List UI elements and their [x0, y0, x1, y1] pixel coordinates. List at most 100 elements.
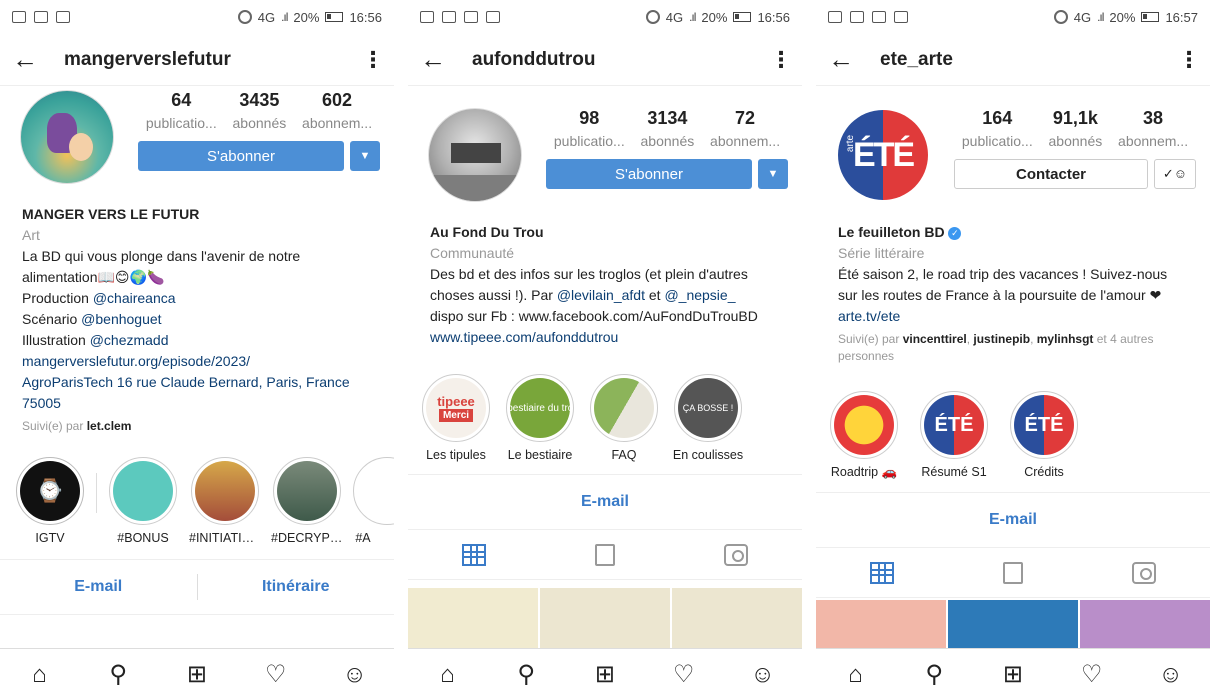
- mention-link[interactable]: @chezmadd: [90, 332, 169, 348]
- profile-category: Art: [22, 227, 40, 243]
- stat-following[interactable]: 72 abonnem...: [710, 108, 780, 149]
- home-icon[interactable]: ⌂: [24, 660, 54, 690]
- email-button[interactable]: E-mail: [408, 493, 802, 511]
- home-icon[interactable]: ⌂: [840, 660, 870, 690]
- phone-ete-arte: 4G .ıl 20% 16:57 ← ete_arte ⋮ ÉTÉ arte 1…: [816, 0, 1210, 700]
- mention-link[interactable]: @chaireanca: [93, 290, 176, 306]
- stat-followers-label: abonnés: [232, 115, 287, 131]
- search-icon[interactable]: ⚲: [103, 660, 133, 690]
- add-post-icon[interactable]: ⊞: [998, 660, 1028, 690]
- follower-link[interactable]: mylinhsgt: [1037, 332, 1094, 346]
- search-icon[interactable]: ⚲: [511, 660, 541, 690]
- stat-followers[interactable]: 91,1k abonnés: [1049, 108, 1103, 149]
- tab-grid[interactable]: [408, 543, 539, 566]
- profile-icon[interactable]: ☺: [748, 660, 778, 690]
- phone-aufonddutrou: 4G .ıl 20% 16:56 ← aufonddutrou ⋮ 98 publ…: [408, 0, 802, 700]
- battery-label: 20%: [293, 9, 320, 25]
- tab-feed[interactable]: [947, 561, 1078, 584]
- avatar[interactable]: ÉTÉ arte: [836, 108, 930, 202]
- stat-posts[interactable]: 98 publicatio...: [554, 108, 625, 149]
- profile-icon[interactable]: ☺: [340, 660, 370, 690]
- contact-button[interactable]: Contacter: [954, 159, 1148, 189]
- follower-link[interactable]: let.clem: [87, 419, 132, 433]
- highlight-label: En coulisses: [672, 448, 744, 462]
- website-link[interactable]: www.tipeee.com/aufonddutrou: [430, 327, 780, 348]
- profile-name: MANGER VERS LE FUTUR: [22, 206, 200, 222]
- email-button[interactable]: E-mail: [0, 578, 197, 596]
- highlight-credits[interactable]: ÉTÉ Crédits: [1008, 391, 1080, 480]
- mention-link[interactable]: @benhoguet: [81, 311, 161, 327]
- profile-icon[interactable]: ☺: [1156, 660, 1186, 690]
- signal-icon: .ıl: [1097, 10, 1104, 24]
- stat-followers[interactable]: 3134 abonnés: [641, 108, 695, 149]
- add-post-icon[interactable]: ⊞: [590, 660, 620, 690]
- stat-posts[interactable]: 164 publicatio...: [962, 108, 1033, 149]
- stat-following-label: abonnem...: [302, 115, 373, 131]
- highlight-tipules[interactable]: tipeee Merci Les tipules: [420, 374, 492, 462]
- back-arrow-icon[interactable]: ←: [12, 44, 64, 75]
- back-arrow-icon[interactable]: ←: [420, 44, 472, 75]
- highlight-cover: [277, 461, 337, 521]
- chevron-down-icon[interactable]: ▼: [350, 141, 380, 171]
- highlight-bonus[interactable]: #BONUS: [107, 457, 179, 545]
- mention-link[interactable]: @levilain_afdt: [557, 287, 645, 303]
- more-options-icon[interactable]: ⋮: [362, 47, 384, 73]
- signal-icon: .ıl: [281, 10, 288, 24]
- highlight-cover: [113, 461, 173, 521]
- username: mangerverslefutur: [64, 48, 231, 70]
- home-icon[interactable]: ⌂: [432, 660, 462, 690]
- tab-tagged[interactable]: [1079, 561, 1210, 584]
- tab-grid[interactable]: [816, 561, 947, 584]
- highlight-bestiaire[interactable]: Le bestiaire du troglo Le bestiaire: [504, 374, 576, 462]
- profile-summary: 64 publicatio... 3435 abonnés 602 abonnem..…: [0, 86, 394, 200]
- bio: Le feuilleton BD ✓ Série littéraire Été …: [816, 218, 1210, 365]
- stat-followers-count: 91,1k: [1052, 108, 1098, 128]
- back-arrow-icon[interactable]: ←: [828, 44, 880, 75]
- avatar[interactable]: [20, 90, 114, 184]
- highlight-decrypta[interactable]: #DECRYPTA...: [271, 457, 343, 545]
- highlight-roadtrip[interactable]: Roadtrip 🚗: [828, 391, 900, 480]
- address-link[interactable]: AgroParisTech 16 rue Claude Bernard, Par…: [22, 372, 372, 414]
- follow-button[interactable]: S'abonner: [546, 159, 752, 189]
- tab-tagged[interactable]: [671, 543, 802, 566]
- more-options-icon[interactable]: ⋮: [770, 47, 792, 73]
- add-post-icon[interactable]: ⊞: [182, 660, 212, 690]
- website-link[interactable]: arte.tv/ete: [838, 306, 1188, 327]
- stat-followers[interactable]: 3435 abonnés: [233, 90, 287, 131]
- search-icon[interactable]: ⚲: [919, 660, 949, 690]
- more-options-icon[interactable]: ⋮: [1178, 47, 1200, 73]
- suggested-users-icon[interactable]: ✓☺: [1154, 159, 1196, 189]
- igtv-icon: ⌚: [20, 461, 80, 521]
- stat-posts-count: 64: [171, 90, 192, 110]
- email-button[interactable]: E-mail: [816, 511, 1210, 529]
- website-link[interactable]: mangerverslefutur.org/episode/2023/: [22, 351, 372, 372]
- heart-icon[interactable]: ♡: [1077, 660, 1107, 690]
- battery-icon: [733, 12, 752, 22]
- highlight-coulisses[interactable]: ÇA BOSSE ! En coulisses: [672, 374, 744, 462]
- highlight-resume[interactable]: ÉTÉ Résumé S1: [918, 391, 990, 480]
- post-thumbnail[interactable]: [540, 588, 670, 648]
- battery-label: 20%: [1109, 9, 1136, 25]
- follower-link[interactable]: vincenttirel: [903, 332, 967, 346]
- highlights-row: Roadtrip 🚗 ÉTÉ Résumé S1 ÉTÉ Crédits: [816, 381, 1210, 480]
- follow-button[interactable]: S'abonner: [138, 141, 344, 171]
- stat-following[interactable]: 602 abonnem...: [302, 90, 372, 131]
- tab-feed[interactable]: [539, 543, 670, 566]
- stat-posts[interactable]: 64 publicatio...: [146, 90, 217, 131]
- stat-following[interactable]: 38 abonnem...: [1118, 108, 1188, 149]
- mention-link[interactable]: @_nepsie_: [664, 287, 735, 303]
- follower-link[interactable]: justinepib: [973, 332, 1030, 346]
- highlight-faq[interactable]: FAQ: [588, 374, 660, 462]
- highlight-igtv[interactable]: ⌚ IGTV: [14, 457, 86, 545]
- directions-button[interactable]: Itinéraire: [198, 578, 395, 596]
- heart-icon[interactable]: ♡: [261, 660, 291, 690]
- highlight-partial[interactable]: #A: [353, 457, 394, 545]
- highlight-label: #BONUS: [117, 531, 169, 545]
- chevron-down-icon[interactable]: ▼: [758, 159, 788, 189]
- post-thumbnail[interactable]: [672, 588, 802, 648]
- stat-posts-label: publicatio...: [961, 133, 1033, 149]
- highlight-initiatives[interactable]: #INITIATIVES: [189, 457, 261, 545]
- post-thumbnail[interactable]: [408, 588, 538, 648]
- avatar[interactable]: [428, 108, 522, 202]
- heart-icon[interactable]: ♡: [669, 660, 699, 690]
